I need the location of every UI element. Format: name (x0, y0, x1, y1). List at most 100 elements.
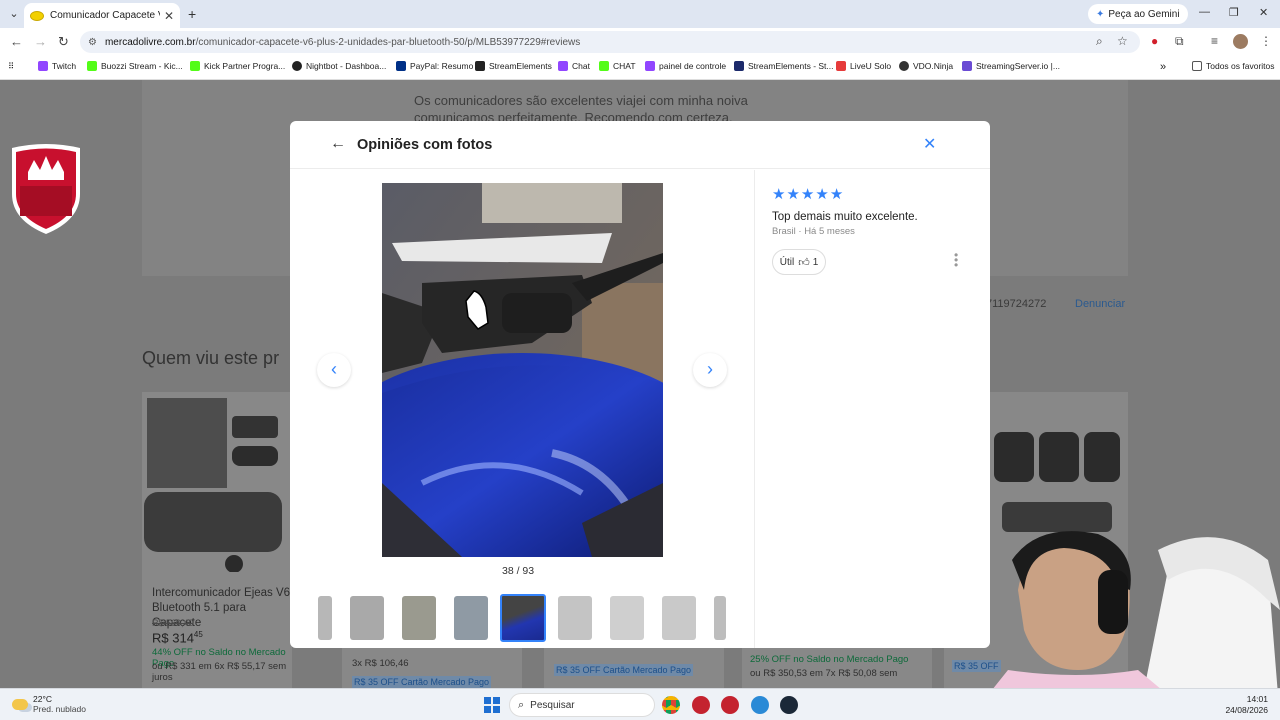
bookmark-label: painel de controle (659, 61, 727, 71)
twitch-icon (558, 61, 568, 71)
bookmark-chat[interactable]: Chat (558, 61, 590, 71)
bookmark-label: LiveU Solo (850, 61, 892, 71)
product-price: R$ 31445 (152, 630, 203, 645)
search-placeholder: Pesquisar (530, 699, 575, 711)
review-options-icon[interactable]: • • • (954, 249, 958, 271)
ref-number: 7119724272 (986, 298, 1047, 310)
photo-thumbnail[interactable] (714, 596, 726, 640)
bookmark-star-icon[interactable]: ☆ (1117, 34, 1128, 48)
maximize-icon[interactable]: ❐ (1229, 6, 1239, 19)
photo-thumbnail[interactable] (350, 596, 384, 640)
menu-kebab-icon[interactable]: ⋮ (1260, 34, 1272, 48)
product-discount: 25% OFF no Saldo no Mercado Pago (750, 654, 909, 665)
thumbnail-strip (318, 594, 726, 642)
tab-search-icon[interactable]: ⌄ (6, 6, 22, 22)
ninja-icon (899, 61, 909, 71)
bookmark-label: StreamElements (489, 61, 552, 71)
zoom-icon[interactable]: ⌕ (1096, 34, 1103, 49)
bookmarks-overflow-icon[interactable]: » (1160, 61, 1166, 73)
browser-tab[interactable]: Comunicador Capacete V6 Plus ✕ (24, 3, 180, 28)
product-badge: R$ 35 OFF Cartão Mercado Pago (352, 676, 492, 688)
bookmark-chat-kick[interactable]: CHAT (599, 61, 636, 71)
url-path: /comunicador-capacete-v6-plus-2-unidades… (195, 36, 581, 48)
photo-thumbnail[interactable] (610, 596, 644, 640)
bookmark-label: StreamElements - St... (748, 61, 834, 71)
bookmark-label: Chat (572, 61, 590, 71)
clock-time: 14:01 (1246, 694, 1268, 704)
product-card[interactable]: Intercomunicador Ejeas V6 Bluetooth 5.1 … (142, 392, 292, 688)
bookmark-streamelements[interactable]: StreamElements (475, 61, 552, 71)
previous-photo-button[interactable]: ‹ (317, 353, 351, 387)
close-window-icon[interactable]: ✕ (1259, 6, 1268, 19)
product-badge: R$ 35 OFF Cartão Mercado Pago (554, 664, 694, 676)
taskbar-search[interactable]: ⌕ Pesquisar (509, 693, 655, 717)
profile-avatar[interactable] (1233, 34, 1248, 49)
next-photo-button[interactable]: › (693, 353, 727, 387)
close-tab-icon[interactable]: ✕ (164, 9, 174, 23)
streamingserver-icon (962, 61, 972, 71)
photo-thumbnail[interactable] (558, 596, 592, 640)
report-link[interactable]: Denunciar (1075, 298, 1125, 310)
bookmark-nightbot[interactable]: Nightbot - Dashboa... (292, 61, 386, 71)
photo-thumbnail[interactable] (662, 596, 696, 640)
system-clock[interactable]: 14:01 24/08/2026 (1222, 694, 1268, 716)
photo-thumbnail[interactable] (318, 596, 332, 640)
photo-counter: 38 / 93 (502, 565, 535, 577)
reload-icon[interactable]: ↻ (58, 34, 69, 50)
back-icon[interactable]: ← (10, 34, 23, 49)
app-red-icon[interactable] (692, 696, 710, 714)
streamelements-icon (475, 61, 485, 71)
chrome-icon[interactable] (662, 696, 680, 714)
bookmark-streamelements-st[interactable]: StreamElements - St... (734, 61, 834, 71)
kick-icon (190, 61, 200, 71)
weather-widget[interactable]: 22°C Pred. nublado (12, 694, 86, 714)
price-integer: R$ 314 (152, 630, 194, 646)
liveu-icon (836, 61, 846, 71)
bookmark-twitch[interactable]: Twitch (38, 61, 76, 71)
site-info-icon[interactable]: ⚙ (88, 37, 97, 48)
useful-count: 1 (812, 256, 819, 268)
new-tab-button[interactable]: + (188, 6, 196, 22)
star-icon: ★ (815, 186, 829, 203)
extensions-icon[interactable]: ⧉ (1175, 34, 1184, 49)
star-icon: ★ (786, 186, 800, 203)
app-red-icon[interactable] (721, 696, 739, 714)
bookmark-kick-partner[interactable]: Kick Partner Progra... (190, 61, 285, 71)
product-installments: ou R$ 350,53 em 7x R$ 50,08 sem (750, 668, 898, 679)
bookmark-label: VDO.Ninja (913, 61, 954, 71)
modal-header: ← Opiniões com fotos ✕ (290, 121, 990, 169)
bookmark-label: CHAT (613, 61, 636, 71)
useful-button[interactable]: Útil 👍︎ 1 (772, 249, 826, 275)
streamelements-icon (734, 61, 744, 71)
all-favorites[interactable]: Todos os favoritos (1192, 61, 1275, 71)
back-arrow-icon[interactable]: ← (330, 135, 346, 153)
bookmark-buozzi[interactable]: Buozzi Stream - Kic... (87, 61, 183, 71)
windows-taskbar: 22°C Pred. nublado ⌕ Pesquisar 14:01 24/… (0, 688, 1280, 720)
windows-start-icon[interactable] (484, 697, 500, 713)
forward-icon[interactable]: → (34, 34, 47, 49)
steam-icon[interactable] (780, 696, 798, 714)
gemini-button[interactable]: ✦ Peça ao Gemini (1088, 4, 1188, 24)
bookmark-vdo-ninja[interactable]: VDO.Ninja (899, 61, 953, 71)
address-bar[interactable]: ⚙ mercadolivre.com.br /comunicador-capac… (80, 31, 1140, 53)
extension-red-icon[interactable]: ● (1151, 34, 1158, 48)
bookmark-painel[interactable]: painel de controle (645, 61, 726, 71)
star-icon: ★ (772, 186, 786, 203)
star-icon: ★ (800, 186, 815, 203)
photo-thumbnail[interactable] (402, 596, 436, 640)
bookmark-liveu[interactable]: LiveU Solo (836, 61, 891, 71)
photo-thumbnail-active[interactable] (500, 594, 546, 642)
media-icon[interactable]: ≡ (1211, 34, 1218, 48)
minimize-icon[interactable]: — (1199, 6, 1210, 18)
bookmark-streamingserver[interactable]: StreamingServer.io |... (962, 61, 1060, 71)
app-blue-icon[interactable] (751, 696, 769, 714)
apps-grid-icon[interactable]: ⠿ (8, 61, 14, 72)
bookmark-label: Nightbot - Dashboa... (306, 61, 387, 71)
product-installments: 3x R$ 106,46 (352, 658, 409, 669)
bookmark-paypal[interactable]: PayPal: Resumo (396, 61, 473, 71)
close-icon[interactable]: ✕ (923, 134, 936, 154)
bookmark-label: Twitch (52, 61, 77, 71)
paypal-icon (396, 61, 406, 71)
photo-thumbnail[interactable] (454, 596, 488, 640)
bookmark-label: PayPal: Resumo (410, 61, 474, 71)
